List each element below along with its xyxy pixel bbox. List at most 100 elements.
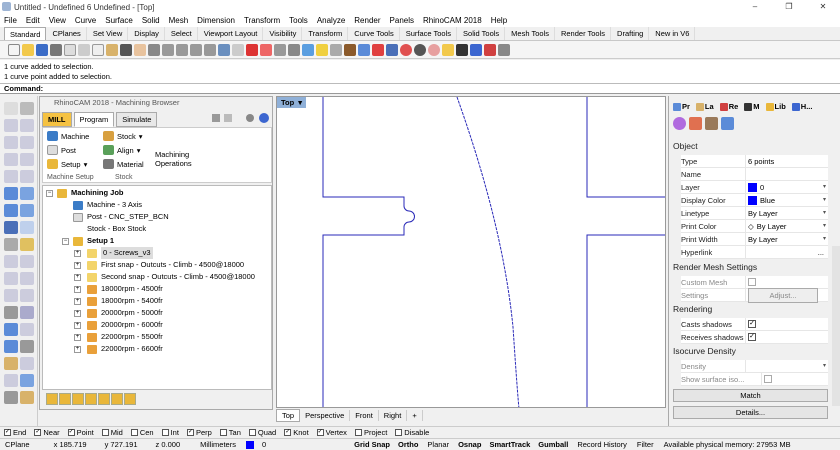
- tree-post[interactable]: Post - CNC_STEP_BCN: [73, 211, 169, 223]
- close-button[interactable]: ✕: [806, 0, 840, 14]
- tree-stock[interactable]: Stock - Box Stock: [73, 223, 146, 235]
- expand-toggle[interactable]: −: [62, 238, 69, 245]
- details-button[interactable]: Details...: [673, 406, 828, 419]
- prop-show-surface-iso[interactable]: Show surface iso...: [681, 373, 828, 386]
- menu-mesh[interactable]: Mesh: [169, 16, 189, 25]
- tab-display[interactable]: Display: [129, 27, 165, 40]
- point-icon[interactable]: [20, 102, 34, 115]
- panel-tab-materials[interactable]: M: [742, 101, 761, 112]
- group-icon[interactable]: [4, 357, 18, 370]
- menu-transform[interactable]: Transform: [244, 16, 280, 25]
- panel-tab-layers[interactable]: La: [694, 101, 716, 112]
- fillet-icon[interactable]: [4, 255, 18, 268]
- toolpath-icon[interactable]: [85, 393, 97, 405]
- solid-icon[interactable]: [20, 204, 34, 217]
- chevron-down-icon[interactable]: ▾: [823, 233, 826, 246]
- tab-viewport-layout[interactable]: Viewport Layout: [199, 27, 264, 40]
- panel-scrollbar[interactable]: [832, 246, 840, 406]
- offset-icon[interactable]: [20, 170, 34, 183]
- maximize-button[interactable]: ❐: [772, 0, 806, 14]
- move-icon[interactable]: [288, 43, 300, 56]
- tree-setup[interactable]: Setup 1: [73, 235, 114, 247]
- osnap-point[interactable]: ✓ Point: [67, 428, 94, 437]
- menu-dimension[interactable]: Dimension: [197, 16, 235, 25]
- plane-icon[interactable]: [20, 221, 34, 234]
- split-icon[interactable]: [4, 272, 18, 285]
- menu-view[interactable]: View: [49, 16, 66, 25]
- units-label[interactable]: Millimeters: [195, 440, 241, 449]
- tree-item[interactable]: 20000rpm - 5000fr: [87, 307, 163, 319]
- record-icon[interactable]: [414, 43, 426, 56]
- receives-shadows-checkbox[interactable]: ✓: [748, 333, 756, 341]
- polygon-icon[interactable]: [20, 153, 34, 166]
- viewport-tab-perspective[interactable]: Perspective: [300, 409, 351, 421]
- new-file-icon[interactable]: [8, 43, 20, 56]
- mirror-icon[interactable]: [20, 306, 34, 319]
- tab-standard[interactable]: Standard: [4, 27, 47, 40]
- current-layer[interactable]: 0: [241, 440, 276, 449]
- material-button[interactable]: Material: [103, 159, 144, 169]
- osnap-end[interactable]: ✓ End: [4, 428, 26, 437]
- zoom-icon[interactable]: [162, 43, 174, 56]
- tree-machine[interactable]: Machine - 3 Axis: [73, 199, 142, 211]
- top-viewport[interactable]: Top ▾: [276, 96, 666, 408]
- tree-item[interactable]: 20000rpm - 6000fr: [87, 319, 163, 331]
- prop-casts-shadows[interactable]: Casts shadows ✓: [681, 318, 828, 331]
- sphere-icon[interactable]: [358, 43, 370, 56]
- extrude-icon[interactable]: [20, 187, 34, 200]
- expand-toggle[interactable]: +: [74, 250, 81, 257]
- adjust-button[interactable]: Adjust...: [748, 287, 818, 303]
- panel-tab-render[interactable]: Re: [718, 101, 741, 112]
- home-icon[interactable]: [212, 114, 220, 122]
- viewport-tab-top[interactable]: Top: [276, 408, 301, 422]
- match-button[interactable]: Match: [673, 389, 828, 402]
- osnap-disable[interactable]: Disable: [395, 428, 429, 437]
- paste-icon[interactable]: [106, 43, 118, 56]
- hide-icon[interactable]: [330, 43, 342, 56]
- toolpath-icon[interactable]: [59, 393, 71, 405]
- tab-render-tools[interactable]: Render Tools: [556, 27, 612, 40]
- texture-map-icon[interactable]: [705, 117, 718, 130]
- tab-set-view[interactable]: Set View: [88, 27, 129, 40]
- curve-icon[interactable]: [20, 119, 34, 132]
- casts-shadows-checkbox[interactable]: ✓: [748, 320, 756, 328]
- expand-toggle[interactable]: +: [74, 286, 81, 293]
- toolpath-icon[interactable]: [124, 393, 136, 405]
- menu-analyze[interactable]: Analyze: [317, 16, 345, 25]
- tab-mesh-tools[interactable]: Mesh Tools: [506, 27, 555, 40]
- lock-icon[interactable]: [344, 43, 356, 56]
- tree-item[interactable]: Second snap - Outcuts - Climb - 4500@180…: [87, 271, 255, 283]
- osnap-quad[interactable]: Quad: [248, 428, 276, 437]
- menu-rhinocam[interactable]: RhinoCAM 2018: [423, 16, 482, 25]
- osnap-knot[interactable]: ✓ Knot: [284, 428, 309, 437]
- copy-icon[interactable]: [92, 43, 104, 56]
- help-icon[interactable]: [470, 43, 482, 56]
- osnap-project[interactable]: Project: [354, 428, 387, 437]
- toggle-planar[interactable]: Planar: [422, 440, 454, 449]
- toolpath-icon[interactable]: [72, 393, 84, 405]
- prop-hyperlink[interactable]: Hyperlink...: [681, 246, 828, 259]
- material-ball-icon[interactable]: [689, 117, 702, 130]
- tab-surface-tools[interactable]: Surface Tools: [401, 27, 458, 40]
- tree-item[interactable]: First snap - Outcuts - Climb - 4500@1800…: [87, 259, 244, 271]
- chevron-down-icon[interactable]: ▾: [823, 194, 826, 207]
- zoom-selected-icon[interactable]: [204, 43, 216, 56]
- setup-button[interactable]: Setup ▾: [47, 159, 87, 169]
- osnap-cen[interactable]: Cen: [130, 428, 154, 437]
- help-icon[interactable]: [259, 113, 269, 123]
- prop-print-width[interactable]: Print Width By Layer ▾: [681, 233, 828, 246]
- mat-sphere-icon[interactable]: [428, 43, 440, 56]
- undo-icon[interactable]: [120, 43, 132, 56]
- tab-new-in-v6[interactable]: New in V6: [650, 27, 696, 40]
- toggle-grid-snap[interactable]: Grid Snap: [350, 440, 394, 449]
- prop-display-color[interactable]: Display Color Blue ▾: [681, 194, 828, 207]
- command-prompt[interactable]: Command:: [0, 84, 840, 94]
- decal-icon[interactable]: [721, 117, 734, 130]
- surface-icon[interactable]: [4, 187, 18, 200]
- trim-icon[interactable]: [20, 255, 34, 268]
- show-iso-checkbox[interactable]: [764, 375, 772, 383]
- toggle-record-history[interactable]: Record History: [572, 440, 632, 449]
- stock-button[interactable]: Stock ▾: [103, 131, 143, 141]
- import-icon[interactable]: [64, 43, 76, 56]
- tree-item[interactable]: 18000rpm - 4500fr: [87, 283, 163, 295]
